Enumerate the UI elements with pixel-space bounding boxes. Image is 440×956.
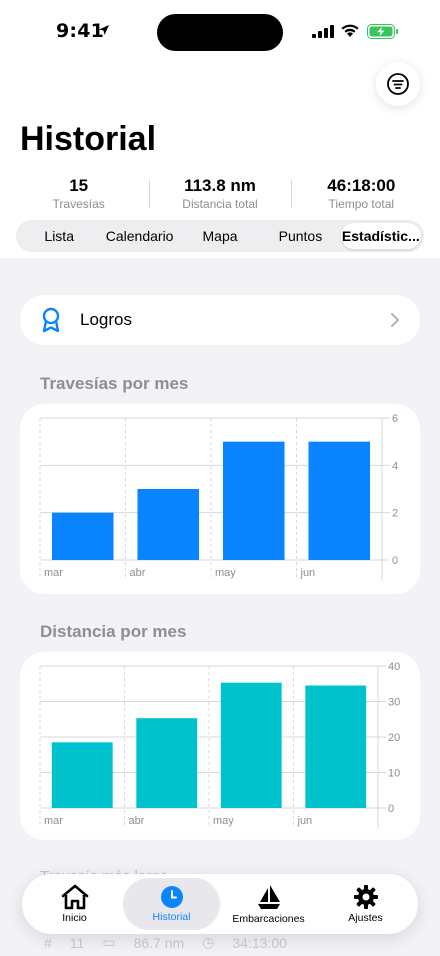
distance-chart-title: Distancia por mes: [40, 622, 187, 641]
y-tick-label: 10: [388, 768, 400, 780]
peek-stats-row: # 11 ▭ 86.7 nm ◷ 34:13:00: [44, 934, 287, 951]
x-tick-label: may: [215, 567, 236, 579]
y-tick-label: 2: [392, 508, 398, 520]
ruler-icon: ▭: [102, 934, 116, 950]
sailboat-icon: [257, 885, 280, 909]
peek-time: 34:13:00: [232, 934, 287, 951]
timer-icon: ◷: [202, 934, 215, 950]
tab-ajustes[interactable]: Ajustes: [317, 878, 414, 930]
segment-puntos[interactable]: Puntos: [260, 223, 340, 249]
distance-chart-card: 0 10 20 30 40 mar abr may jun: [20, 652, 420, 840]
x-tick-label: jun: [300, 567, 316, 579]
location-arrow-icon: [99, 25, 109, 35]
house-icon: [61, 884, 88, 910]
filter-icon: [387, 73, 409, 95]
trips-chart-title: Travesías por mes: [40, 374, 189, 393]
status-time: 9:41: [56, 20, 105, 42]
status-bar: 9:41: [0, 0, 440, 60]
y-tick-label: 40: [388, 661, 400, 673]
x-tick-label: abr: [129, 815, 145, 827]
tab-inicio[interactable]: Inicio: [26, 878, 123, 930]
tab-embarcaciones[interactable]: Embarcaciones: [220, 878, 317, 930]
stat-time: 46:18:00 Tiempo total: [290, 176, 432, 212]
gear-icon: [353, 885, 378, 909]
y-tick-label: 6: [392, 413, 398, 425]
bar-jun: [305, 685, 367, 808]
tab-bar: Inicio Historial Embarcaciones Ajustes: [22, 874, 418, 934]
x-tick-label: mar: [44, 567, 63, 579]
segment-mapa[interactable]: Mapa: [180, 223, 260, 249]
trips-by-month-chart: 0 2 4 6 mar abr may jun: [39, 413, 398, 580]
y-tick-label: 0: [388, 803, 394, 815]
y-tick-label: 20: [388, 732, 400, 744]
dynamic-island: [157, 14, 283, 51]
logros-row[interactable]: Logros: [20, 295, 420, 345]
award-badge-icon: [42, 307, 60, 333]
cellular-signal-icon: [312, 25, 334, 38]
stat-trips: 15 Travesías: [8, 176, 149, 212]
y-tick-label: 0: [392, 555, 398, 567]
stat-label: Distancia total: [182, 197, 258, 211]
segment-lista[interactable]: Lista: [19, 223, 99, 249]
y-tick-label: 4: [392, 460, 398, 472]
bar-jun: [308, 441, 371, 560]
tab-label: Historial: [152, 911, 191, 923]
battery-charging-icon: [367, 24, 398, 39]
bar-may: [222, 441, 285, 560]
bar-mar: [51, 512, 114, 560]
tab-label: Ajustes: [348, 912, 383, 924]
view-segmented-control: Lista Calendario Mapa Puntos Estadístic.…: [16, 220, 424, 252]
page-title: Historial: [20, 120, 157, 158]
chevron-right-icon: [391, 313, 399, 327]
tab-label: Inicio: [62, 912, 87, 924]
stat-label: Tiempo total: [328, 197, 395, 211]
stat-value: 15: [69, 176, 89, 195]
x-tick-label: may: [213, 815, 234, 827]
x-tick-label: jun: [297, 815, 313, 827]
x-tick-label: abr: [130, 567, 146, 579]
bar-may: [220, 682, 282, 808]
peek-count: 11: [69, 934, 85, 951]
segment-calendario[interactable]: Calendario: [99, 223, 179, 249]
stat-label: Travesías: [52, 197, 105, 211]
stat-distance: 113.8 nm Distancia total: [149, 176, 290, 212]
clock-icon: [160, 886, 183, 908]
bar-abr: [137, 489, 200, 560]
bar-abr: [136, 718, 198, 808]
distance-by-month-chart: 0 10 20 30 40 mar abr may jun: [39, 661, 400, 828]
segment-estadisticas[interactable]: Estadístic...: [340, 223, 422, 249]
stat-value: 113.8 nm: [184, 176, 256, 195]
tab-historial[interactable]: Historial: [123, 878, 220, 930]
peek-distance: 86.7 nm: [133, 934, 185, 951]
summary-stats: 15 Travesías 113.8 nm Distancia total 46…: [8, 176, 432, 212]
stat-value: 46:18:00: [327, 176, 396, 195]
bar-mar: [51, 742, 113, 808]
y-tick-label: 30: [388, 697, 400, 709]
hash-icon: #: [44, 934, 52, 951]
wifi-icon: [341, 24, 359, 37]
filter-button[interactable]: [376, 62, 420, 106]
trips-chart-card: 0 2 4 6 mar abr may jun: [20, 404, 420, 594]
tab-label: Embarcaciones: [232, 913, 305, 925]
x-tick-label: mar: [44, 815, 63, 827]
logros-label: Logros: [80, 310, 132, 329]
